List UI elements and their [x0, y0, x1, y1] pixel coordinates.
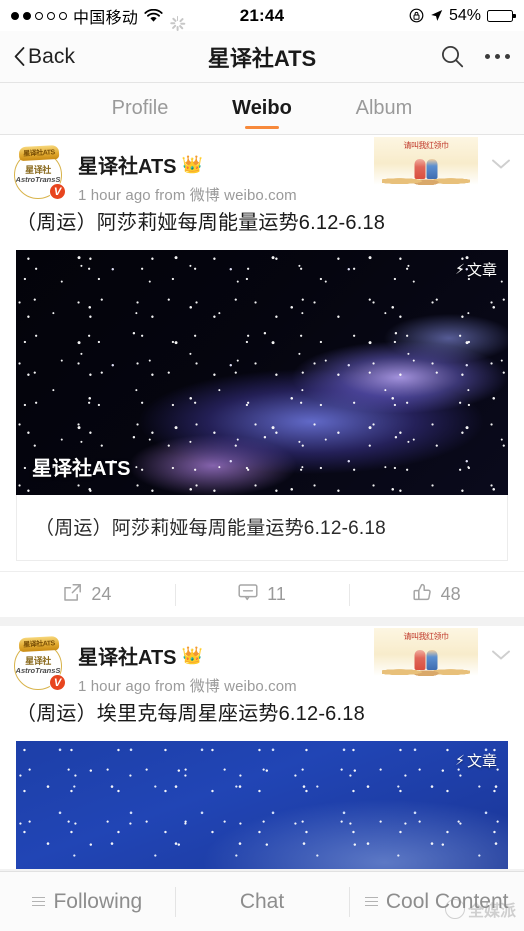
- chevron-down-icon[interactable]: [490, 648, 512, 662]
- post-media-image[interactable]: ⚡ 文章 星译社ATS: [16, 250, 508, 495]
- article-badge-label: 文章: [466, 753, 497, 770]
- back-label: Back: [28, 44, 76, 68]
- promo-banner-text: 请叫我红领巾: [403, 632, 450, 641]
- signal-strength-dots: [11, 11, 67, 20]
- search-icon[interactable]: [440, 44, 465, 69]
- comment-count: 11: [267, 584, 286, 604]
- chevron-down-icon[interactable]: [490, 157, 512, 171]
- post-author-name[interactable]: 星译社ATS: [78, 150, 177, 179]
- post-author-row: 星译社ATS 👑: [78, 641, 297, 670]
- comment-icon: [238, 583, 258, 606]
- tab-weibo[interactable]: Weibo: [201, 83, 323, 134]
- crown-icon: 👑: [181, 646, 203, 665]
- battery-percent-label: 54%: [448, 6, 481, 24]
- avatar-crown-decoration: 星译社ATS: [18, 635, 60, 653]
- like-thumbs-up-icon: [413, 583, 432, 607]
- starfield-image: [16, 741, 508, 869]
- article-badge: ⚡ 文章: [455, 259, 497, 280]
- more-horizontal-icon[interactable]: [485, 54, 510, 59]
- activity-spinner-icon: [169, 8, 186, 31]
- promo-figures: [414, 159, 438, 179]
- bottom-item-chat-label: Chat: [239, 889, 285, 913]
- weibo-profile-screen: 中国移动 21:44 54% Back 星译社ATS Profile Weibo…: [0, 0, 524, 931]
- post-text: （周运）阿莎莉娅每周能量运势6.12-6.18: [16, 212, 386, 234]
- menu-lines-icon: [364, 896, 378, 907]
- avatar-line-1: 星译社: [25, 164, 51, 175]
- bottom-item-cool-content[interactable]: Cool Content: [349, 886, 524, 917]
- bottom-item-chat[interactable]: Chat: [174, 886, 350, 917]
- avatar-line-1: 星译社: [25, 655, 51, 666]
- status-bar: 中国移动 21:44 54%: [0, 0, 524, 31]
- menu-lines-icon: [32, 896, 46, 907]
- rotation-lock-icon: [409, 8, 424, 23]
- post-author-row: 星译社ATS 👑: [78, 150, 297, 179]
- promo-banner[interactable]: 请叫我红领巾: [374, 628, 478, 676]
- location-arrow-icon: [430, 9, 443, 22]
- wifi-icon: [144, 8, 163, 23]
- post-source-prefix: from: [155, 187, 186, 204]
- weibo-feed[interactable]: 星译社 AstroTransS 星译社ATS V 星译社ATS 👑 1 hour…: [0, 135, 524, 871]
- post-header: 星译社 AstroTransS 星译社ATS V 星译社ATS 👑 1 hour…: [0, 626, 524, 698]
- back-button[interactable]: Back: [14, 45, 75, 69]
- media-watermark: 星译社ATS: [32, 458, 131, 480]
- post-source: 微博 weibo.com: [189, 187, 297, 204]
- status-bar-left: 中国移动: [11, 4, 186, 31]
- post-header: 星译社 AstroTransS 星译社ATS V 星译社ATS 👑 1 hour…: [0, 135, 524, 207]
- tab-album[interactable]: Album: [323, 83, 445, 134]
- tab-profile[interactable]: Profile: [79, 83, 201, 134]
- bottom-toolbar: Following Chat Cool Content 全媒派: [0, 871, 524, 931]
- battery-icon: [487, 9, 516, 22]
- post-item: 星译社 AstroTransS 星译社ATS V 星译社ATS 👑 1 hour…: [0, 626, 524, 869]
- avatar[interactable]: 星译社 AstroTransS 星译社ATS V: [14, 144, 66, 200]
- nav-actions: [440, 44, 510, 69]
- article-card-title[interactable]: （周运）阿莎莉娅每周能量运势6.12-6.18: [16, 495, 508, 561]
- carrier-label: 中国移动: [73, 9, 139, 27]
- like-count: 48: [440, 584, 461, 604]
- avatar-crown-decoration: 星译社ATS: [18, 144, 60, 162]
- post-time-label: 1 hour ago: [78, 678, 151, 695]
- post-text: （周运）埃里克每周星座运势6.12-6.18: [16, 703, 365, 725]
- post-meta: 星译社ATS 👑 1 hour ago from 微博 weibo.com: [78, 637, 297, 696]
- navigation-bar: Back 星译社ATS: [0, 31, 524, 83]
- repost-count: 24: [91, 584, 112, 604]
- chevron-left-icon: [14, 47, 25, 66]
- promo-figures: [414, 650, 438, 670]
- repost-icon: [63, 583, 82, 607]
- lightning-bolt-icon: ⚡: [455, 261, 465, 277]
- lightning-bolt-icon: ⚡: [455, 752, 465, 768]
- post-time-label: 1 hour ago: [78, 187, 151, 204]
- post-media-image[interactable]: ⚡ 文章: [16, 741, 508, 869]
- post-meta: 星译社ATS 👑 1 hour ago from 微博 weibo.com: [78, 146, 297, 205]
- crown-icon: 👑: [181, 155, 203, 174]
- post-item: 星译社 AstroTransS 星译社ATS V 星译社ATS 👑 1 hour…: [0, 135, 524, 617]
- post-source: 微博 weibo.com: [189, 678, 297, 695]
- verified-badge: V: [49, 183, 66, 200]
- article-badge-label: 文章: [466, 262, 497, 279]
- avatar[interactable]: 星译社 AstroTransS 星译社ATS V: [14, 635, 66, 691]
- promo-banner-text: 请叫我红领巾: [403, 141, 450, 150]
- bottom-item-following[interactable]: Following: [0, 887, 175, 917]
- bottom-item-following-label: Following: [53, 889, 143, 913]
- post-source-prefix: from: [155, 678, 186, 695]
- repost-button[interactable]: 24: [0, 582, 175, 608]
- comment-button[interactable]: 11: [174, 582, 350, 608]
- post-author-name[interactable]: 星译社ATS: [78, 641, 177, 670]
- promo-banner[interactable]: 请叫我红领巾: [374, 137, 478, 185]
- profile-tabs: Profile Weibo Album: [0, 83, 524, 135]
- verified-badge: V: [49, 674, 66, 691]
- post-actions: 24 11 48: [0, 571, 524, 617]
- post-timestamp: 1 hour ago from 微博 weibo.com: [78, 184, 297, 205]
- bottom-item-cool-content-label: Cool Content: [385, 889, 509, 913]
- status-bar-right: 54%: [409, 6, 516, 25]
- article-badge: ⚡ 文章: [455, 750, 497, 771]
- like-button[interactable]: 48: [349, 582, 524, 608]
- post-timestamp: 1 hour ago from 微博 weibo.com: [78, 675, 297, 696]
